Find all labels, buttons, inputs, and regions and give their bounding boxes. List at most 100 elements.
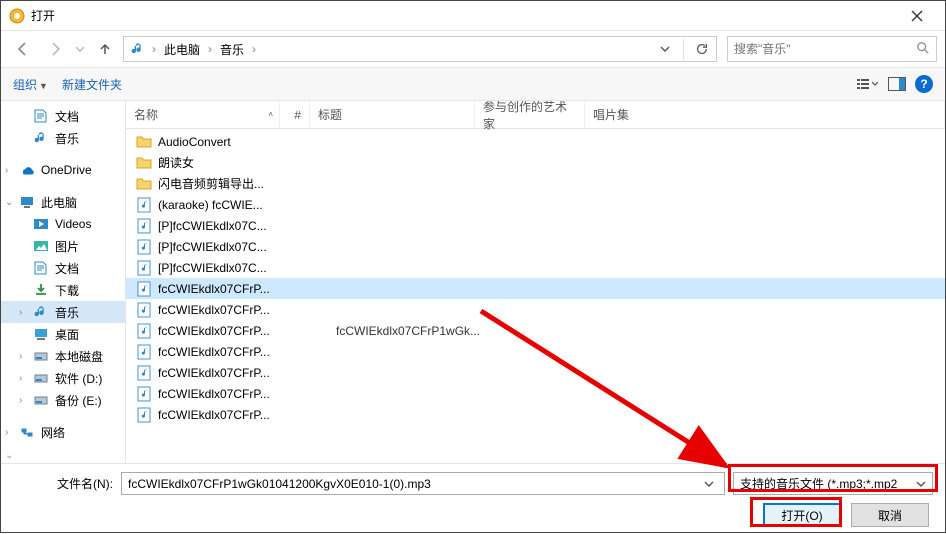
sort-caret-icon: ˄: [268, 110, 273, 119]
main-area: 文档音乐›OneDrive⌄此电脑Videos图片文档下载›音乐桌面›本地磁盘›…: [1, 101, 945, 463]
chevron-right-icon: ›: [250, 42, 258, 56]
sidebar-item[interactable]: 下载: [1, 279, 125, 301]
sidebar-item-label: 网络: [41, 424, 65, 441]
file-row[interactable]: (karaoke) fcCWIE...: [126, 194, 945, 215]
file-row[interactable]: [P]fcCWIEkdlx07C...: [126, 236, 945, 257]
file-name: fcCWIEkdlx07CFrP...: [158, 345, 294, 359]
tree-caret-icon[interactable]: ›: [5, 165, 15, 176]
breadcrumb-item-1[interactable]: 音乐: [216, 39, 248, 60]
disk-icon: [33, 392, 49, 408]
app-icon: [9, 8, 25, 24]
col-name[interactable]: 名称˄: [126, 101, 280, 128]
sidebar-scroll-down[interactable]: ⌄: [5, 450, 13, 461]
breadcrumb-item-0[interactable]: 此电脑: [160, 39, 204, 60]
file-row[interactable]: 朗读女: [126, 152, 945, 173]
col-album[interactable]: 唱片集: [585, 101, 945, 128]
chevron-right-icon: ›: [150, 42, 158, 56]
nav-up[interactable]: [91, 35, 119, 63]
disk-icon: [33, 370, 49, 386]
nav-forward[interactable]: [41, 35, 69, 63]
file-row[interactable]: 闪电音频剪辑导出...: [126, 173, 945, 194]
audio-file-icon: [136, 239, 152, 255]
file-row[interactable]: fcCWIEkdlx07CFrP...: [126, 404, 945, 425]
search-box[interactable]: [727, 36, 937, 62]
tree-caret-icon[interactable]: ›: [5, 427, 15, 438]
folder-icon: [136, 155, 152, 171]
sidebar-item[interactable]: › OneDrive: [1, 159, 125, 181]
filename-history-drop[interactable]: [701, 479, 718, 489]
filename-field-wrap[interactable]: [121, 472, 725, 495]
cancel-button[interactable]: 取消: [851, 503, 929, 527]
search-icon[interactable]: [916, 41, 930, 58]
refresh-button[interactable]: [692, 37, 712, 61]
desktop-icon: [33, 326, 49, 342]
tree-caret-icon[interactable]: ›: [19, 395, 29, 406]
sidebar-item-label: 音乐: [55, 304, 79, 321]
sidebar-item-label: OneDrive: [41, 163, 92, 177]
file-row[interactable]: [P]fcCWIEkdlx07C...: [126, 257, 945, 278]
col-title[interactable]: 标题: [310, 101, 475, 128]
col-number[interactable]: #: [280, 101, 310, 128]
file-name: 闪电音频剪辑导出...: [158, 175, 294, 192]
sidebar-item[interactable]: ›备份 (E:): [1, 389, 125, 411]
search-input[interactable]: [734, 42, 916, 56]
file-row[interactable]: AudioConvert: [126, 131, 945, 152]
file-row[interactable]: fcCWIEkdlx07CFrP...: [126, 278, 945, 299]
audio-file-icon: [136, 365, 152, 381]
sidebar-item[interactable]: 图片: [1, 235, 125, 257]
breadcrumb[interactable]: › 此电脑 › 音乐 ›: [123, 36, 717, 62]
sidebar: 文档音乐›OneDrive⌄此电脑Videos图片文档下载›音乐桌面›本地磁盘›…: [1, 101, 126, 463]
col-artist[interactable]: 参与创作的艺术家: [475, 101, 585, 128]
preview-pane-button[interactable]: [885, 72, 909, 96]
window-title: 打开: [31, 7, 55, 24]
file-name: fcCWIEkdlx07CFrP...: [158, 282, 294, 296]
pictures-icon: [33, 238, 49, 254]
nav-back[interactable]: [9, 35, 37, 63]
organize-button[interactable]: 组织▼: [13, 76, 48, 93]
open-button[interactable]: 打开(O): [763, 503, 841, 527]
close-button[interactable]: [897, 2, 937, 30]
file-row[interactable]: fcCWIEkdlx07CFrP...: [126, 299, 945, 320]
file-title: fcCWIEkdlx07CFrP1wGk...: [336, 324, 501, 338]
titlebar: 打开: [1, 1, 945, 31]
file-type-filter[interactable]: 支持的音乐文件 (*.mp3;*.mp2: [733, 472, 933, 495]
file-row[interactable]: [P]fcCWIEkdlx07C...: [126, 215, 945, 236]
sidebar-item[interactable]: Videos: [1, 213, 125, 235]
sidebar-item[interactable]: 文档: [1, 257, 125, 279]
navbar: › 此电脑 › 音乐 ›: [1, 31, 945, 67]
view-options-button[interactable]: [855, 72, 879, 96]
file-name: (karaoke) fcCWIE...: [158, 198, 294, 212]
file-row[interactable]: fcCWIEkdlx07CFrP...: [126, 383, 945, 404]
filter-text: 支持的音乐文件 (*.mp3;*.mp2: [740, 475, 916, 492]
sidebar-item[interactable]: › 软件 (D:): [1, 367, 125, 389]
music-icon: [33, 304, 49, 320]
nav-recent-drop[interactable]: [73, 35, 87, 63]
breadcrumb-history-drop[interactable]: [655, 37, 675, 61]
audio-file-icon: [136, 302, 152, 318]
new-folder-button[interactable]: 新建文件夹: [62, 76, 122, 93]
sidebar-item[interactable]: ⌄此电脑: [1, 191, 125, 213]
file-name: fcCWIEkdlx07CFrP...: [158, 303, 294, 317]
file-row[interactable]: fcCWIEkdlx07CFrP...: [126, 362, 945, 383]
sidebar-item[interactable]: 桌面: [1, 323, 125, 345]
help-button[interactable]: ?: [915, 75, 933, 93]
tree-caret-icon[interactable]: ›: [19, 307, 29, 318]
filename-input[interactable]: [128, 477, 701, 491]
sidebar-item[interactable]: 音乐: [1, 127, 125, 149]
tree-caret-icon[interactable]: ⌄: [5, 197, 15, 208]
tree-caret-icon[interactable]: ›: [19, 351, 29, 362]
tree-caret-icon[interactable]: ›: [19, 373, 29, 384]
audio-file-icon: [136, 260, 152, 276]
sidebar-item[interactable]: ›本地磁盘: [1, 345, 125, 367]
file-name: 朗读女: [158, 154, 294, 171]
sidebar-item-label: 软件 (D:): [55, 370, 102, 387]
audio-file-icon: [136, 197, 152, 213]
file-row[interactable]: fcCWIEkdlx07CFrP...fcCWIEkdlx07CFrP1wGk.…: [126, 320, 945, 341]
sidebar-item-label: 桌面: [55, 326, 79, 343]
sidebar-item[interactable]: 文档: [1, 105, 125, 127]
sidebar-item[interactable]: › 网络: [1, 421, 125, 443]
sidebar-item[interactable]: › 音乐: [1, 301, 125, 323]
file-row[interactable]: fcCWIEkdlx07CFrP...: [126, 341, 945, 362]
chevron-right-icon: ›: [206, 42, 214, 56]
bottom-panel: 文件名(N): 支持的音乐文件 (*.mp3;*.mp2 打开(O) 取消: [1, 463, 945, 531]
